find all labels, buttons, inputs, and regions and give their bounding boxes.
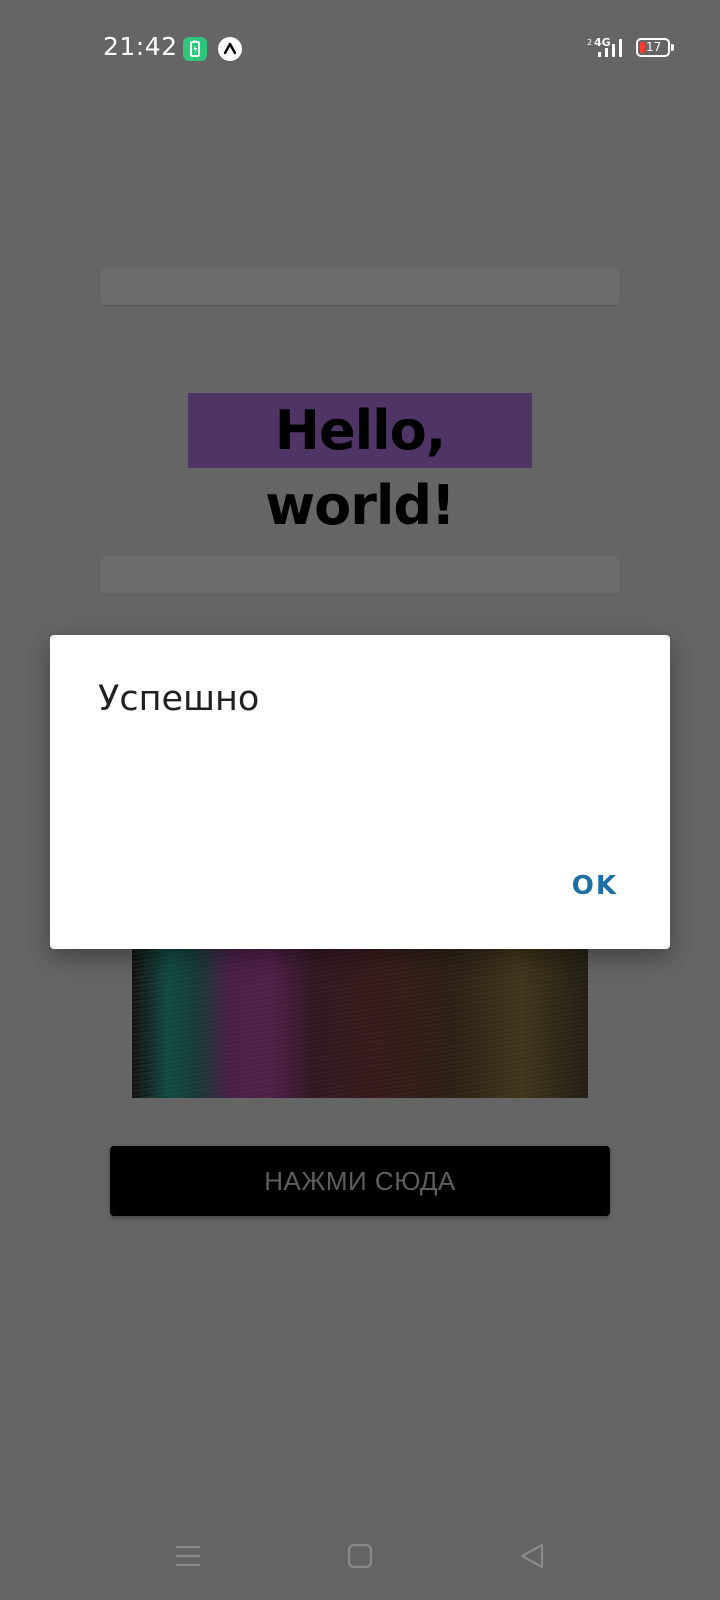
- battery-fill: [640, 42, 645, 53]
- text-input-bottom[interactable]: [100, 556, 620, 594]
- menu-icon[interactable]: [168, 1536, 208, 1576]
- sim-indicator: 2: [587, 38, 593, 47]
- dialog-title: Успешно: [98, 679, 260, 719]
- battery-app-icon: [183, 37, 207, 61]
- status-bar: 21:42 2 4G 17: [0, 0, 720, 96]
- press-here-button[interactable]: НАЖМИ СЮДА: [110, 1146, 610, 1216]
- expo-icon: [218, 37, 242, 61]
- battery-tip: [671, 44, 674, 51]
- photo-image: [132, 948, 588, 1098]
- navigation-bar: [0, 1510, 720, 1600]
- dialog-ok-button[interactable]: OK: [560, 863, 630, 909]
- signal-icon: [598, 39, 622, 57]
- battery-icon: 17: [636, 38, 670, 57]
- text-input-top[interactable]: [100, 267, 620, 305]
- home-icon[interactable]: [340, 1536, 380, 1576]
- alert-dialog: Успешно OK: [50, 635, 670, 949]
- hello-heading: Hello, world!: [188, 393, 532, 537]
- status-time: 21:42: [103, 32, 178, 61]
- battery-level: 17: [646, 40, 662, 54]
- back-icon[interactable]: [512, 1536, 552, 1576]
